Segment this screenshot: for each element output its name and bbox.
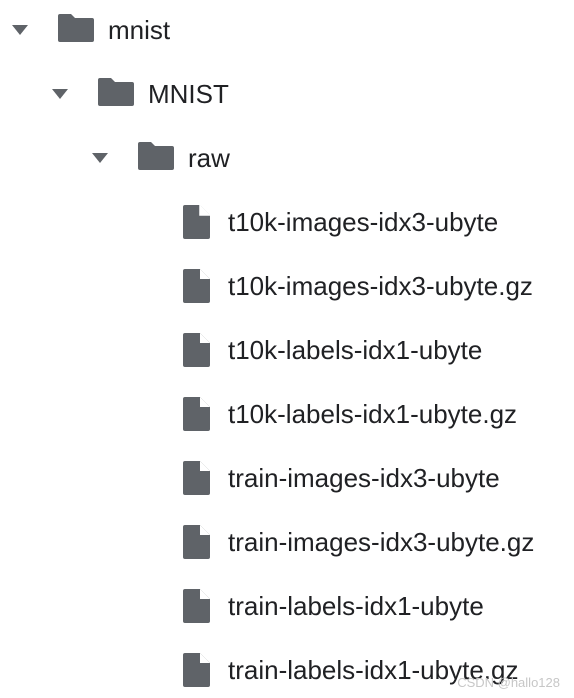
file-row[interactable]: train-labels-idx1-ubyte: [0, 586, 574, 626]
file-icon: [183, 653, 210, 687]
file-icon: [183, 589, 210, 623]
file-tree: mnist MNIST raw t10k-images-idx3-ubyte t…: [0, 0, 574, 698]
file-label: t10k-images-idx3-ubyte: [228, 207, 499, 237]
expand-caret-MNIST[interactable]: [50, 84, 70, 104]
file-label: train-images-idx3-ubyte: [228, 463, 500, 493]
file-icon: [183, 525, 210, 559]
caret-down-icon: [92, 153, 108, 163]
folder-label-mnist: mnist: [108, 15, 171, 45]
file-label: t10k-labels-idx1-ubyte.gz: [228, 399, 518, 429]
file-label: train-labels-idx1-ubyte: [228, 591, 484, 621]
folder-icon: [98, 78, 134, 106]
folder-icon: [138, 142, 174, 170]
file-icon: [183, 205, 210, 239]
file-label: t10k-images-idx3-ubyte.gz: [228, 271, 533, 301]
tree-row-raw[interactable]: raw: [0, 138, 574, 178]
file-icon: [183, 269, 210, 303]
file-icon: [183, 333, 210, 367]
folder-label-MNIST: MNIST: [148, 79, 229, 109]
tree-row-mnist[interactable]: mnist: [0, 10, 574, 50]
caret-down-icon: [12, 25, 28, 35]
watermark: CSDN @hallo128: [457, 675, 560, 690]
file-row[interactable]: train-images-idx3-ubyte: [0, 458, 574, 498]
file-row[interactable]: train-images-idx3-ubyte.gz: [0, 522, 574, 562]
file-row[interactable]: t10k-images-idx3-ubyte.gz: [0, 266, 574, 306]
tree-row-MNIST[interactable]: MNIST: [0, 74, 574, 114]
file-label: t10k-labels-idx1-ubyte: [228, 335, 483, 365]
caret-down-icon: [52, 89, 68, 99]
file-row[interactable]: t10k-images-idx3-ubyte: [0, 202, 574, 242]
file-label: train-images-idx3-ubyte.gz: [228, 527, 535, 557]
expand-caret-mnist[interactable]: [10, 20, 30, 40]
expand-caret-raw[interactable]: [90, 148, 110, 168]
file-row[interactable]: t10k-labels-idx1-ubyte: [0, 330, 574, 370]
file-icon: [183, 397, 210, 431]
folder-icon: [58, 14, 94, 42]
file-row[interactable]: t10k-labels-idx1-ubyte.gz: [0, 394, 574, 434]
folder-label-raw: raw: [188, 143, 230, 173]
file-icon: [183, 461, 210, 495]
